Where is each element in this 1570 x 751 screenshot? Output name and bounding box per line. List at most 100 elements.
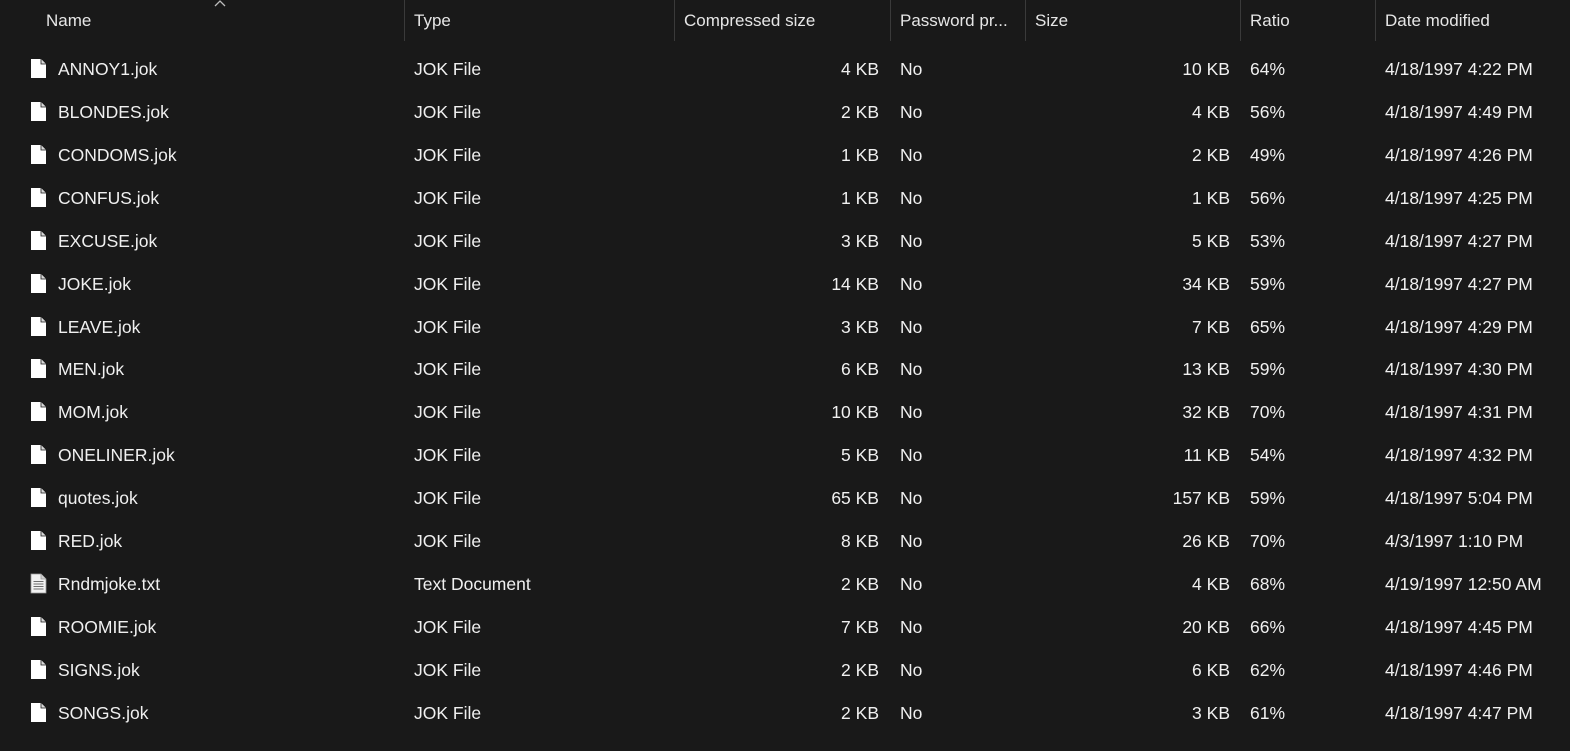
column-header-ratio[interactable]: Ratio	[1250, 0, 1370, 41]
column-header-size[interactable]: Size	[1035, 0, 1235, 41]
file-name[interactable]: CONFUS.jok	[58, 177, 159, 220]
file-type: JOK File	[414, 316, 482, 337]
column-divider[interactable]	[404, 0, 405, 41]
compression-ratio: 56%	[1250, 101, 1286, 122]
file-type: JOK File	[414, 359, 482, 380]
compression-ratio: 53%	[1250, 230, 1286, 251]
date-modified: 4/18/1997 4:31 PM	[1385, 402, 1533, 423]
compressed-size: 2 KB	[841, 659, 879, 680]
file-size: 13 KB	[1182, 359, 1230, 380]
file-name[interactable]: LEAVE.jok	[58, 306, 140, 349]
column-divider[interactable]	[674, 0, 675, 41]
date-modified: 4/18/1997 4:25 PM	[1385, 187, 1533, 208]
file-name[interactable]: BLONDES.jok	[58, 91, 169, 134]
column-header-compressed-size[interactable]: Compressed size	[684, 0, 884, 41]
file-type: JOK File	[414, 144, 482, 165]
date-modified: 4/19/1997 12:50 AM	[1385, 574, 1542, 595]
file-name[interactable]: ONELINER.jok	[58, 434, 175, 477]
file-name[interactable]: CONDOMS.jok	[58, 134, 177, 177]
file-size: 11 KB	[1183, 445, 1230, 466]
compression-ratio: 62%	[1250, 659, 1286, 680]
file-size: 6 KB	[1192, 659, 1230, 680]
file-row[interactable]: quotes.jok JOK File 65 KB No 157 KB 59% 4/18/1…	[0, 477, 1570, 520]
file-type: JOK File	[414, 230, 482, 251]
file-type: JOK File	[414, 187, 482, 208]
file-row[interactable]: JOKE.jok JOK File 14 KB No 34 KB 59% 4/18/1997…	[0, 263, 1570, 306]
compression-ratio: 54%	[1250, 445, 1286, 466]
compressed-size: 1 KB	[841, 144, 879, 165]
document-icon	[30, 263, 48, 306]
compression-ratio: 59%	[1250, 273, 1286, 294]
column-header-password-protected[interactable]: Password pr...	[900, 0, 1020, 41]
file-row[interactable]: LEAVE.jok JOK File 3 KB No 7 KB 65% 4/18/1997 …	[0, 306, 1570, 349]
date-modified: 4/18/1997 4:27 PM	[1385, 230, 1533, 251]
file-size: 1 KB	[1192, 187, 1230, 208]
file-row[interactable]: EXCUSE.jok JOK File 3 KB No 5 KB 53% 4/18/1997…	[0, 220, 1570, 263]
password-protected: No	[900, 402, 923, 423]
file-size: 10 KB	[1182, 59, 1230, 79]
column-header-type[interactable]: Type	[414, 0, 669, 41]
file-row[interactable]: BLONDES.jok JOK File 2 KB No 4 KB 56% 4/18/199…	[0, 91, 1570, 134]
file-type: JOK File	[414, 702, 482, 723]
file-row[interactable]: RED.jok JOK File 8 KB No 26 KB 70% 4/3/1997 1:…	[0, 520, 1570, 563]
date-modified: 4/18/1997 4:46 PM	[1385, 659, 1533, 680]
file-row[interactable]: ANNOY1.jok JOK File 4 KB No 10 KB 64% 4/18/199…	[0, 48, 1570, 91]
column-divider[interactable]	[890, 0, 891, 41]
column-divider[interactable]	[1240, 0, 1241, 41]
file-type: JOK File	[414, 659, 482, 680]
compressed-size: 3 KB	[841, 316, 879, 337]
file-list: ANNOY1.jok JOK File 4 KB No 10 KB 64% 4/18/199…	[0, 48, 1570, 735]
column-divider[interactable]	[1375, 0, 1376, 41]
compressed-size: 1 KB	[841, 187, 879, 208]
date-modified: 4/18/1997 4:29 PM	[1385, 316, 1533, 337]
compression-ratio: 59%	[1250, 359, 1286, 380]
file-size: 7 KB	[1192, 316, 1230, 337]
file-row[interactable]: ROOMIE.jok JOK File 7 KB No 20 KB 66% 4/18/199…	[0, 606, 1570, 649]
file-name[interactable]: ANNOY1.jok	[58, 48, 157, 91]
compression-ratio: 56%	[1250, 187, 1286, 208]
file-row[interactable]: MOM.jok JOK File 10 KB No 32 KB 70% 4/18/1997 …	[0, 391, 1570, 434]
password-protected: No	[900, 531, 923, 552]
file-name[interactable]: quotes.jok	[58, 477, 138, 520]
file-row[interactable]: MEN.jok JOK File 6 KB No 13 KB 59% 4/18/1997 4…	[0, 348, 1570, 391]
column-divider[interactable]	[1025, 0, 1026, 41]
date-modified: 4/18/1997 4:22 PM	[1385, 59, 1533, 79]
document-icon	[30, 649, 48, 692]
date-modified: 4/3/1997 1:10 PM	[1385, 531, 1524, 552]
file-row[interactable]: CONFUS.jok JOK File 1 KB No 1 KB 56% 4/18/1997…	[0, 177, 1570, 220]
file-size: 5 KB	[1192, 230, 1230, 251]
compressed-size: 14 KB	[831, 273, 879, 294]
file-name[interactable]: ROOMIE.jok	[58, 606, 156, 649]
compressed-size: 8 KB	[841, 531, 879, 552]
file-name[interactable]: SIGNS.jok	[58, 649, 140, 692]
file-type: JOK File	[414, 101, 482, 122]
text-document-icon	[30, 563, 48, 606]
file-name[interactable]: RED.jok	[58, 520, 122, 563]
document-icon	[30, 391, 48, 434]
file-row[interactable]: SIGNS.jok JOK File 2 KB No 6 KB 62% 4/18/1997 …	[0, 649, 1570, 692]
compression-ratio: 68%	[1250, 574, 1286, 595]
file-row[interactable]: Rndmjoke.txt Text Document 2 KB No 4 KB 68% 4/…	[0, 563, 1570, 606]
file-row[interactable]: ONELINER.jok JOK File 5 KB No 11 KB 54% 4/18/1…	[0, 434, 1570, 477]
file-size: 32 KB	[1182, 402, 1230, 423]
password-protected: No	[900, 488, 923, 509]
file-name[interactable]: Rndmjoke.txt	[58, 563, 160, 606]
file-size: 20 KB	[1182, 616, 1230, 637]
file-type: Text Document	[414, 574, 531, 595]
date-modified: 4/18/1997 4:26 PM	[1385, 144, 1533, 165]
file-row[interactable]: SONGS.jok JOK File 2 KB No 3 KB 61% 4/18/1997 …	[0, 692, 1570, 735]
file-name[interactable]: MOM.jok	[58, 391, 128, 434]
compression-ratio: 49%	[1250, 144, 1286, 165]
file-size: 4 KB	[1192, 101, 1230, 122]
column-header-date-modified[interactable]: Date modified	[1385, 0, 1565, 41]
document-icon	[30, 134, 48, 177]
password-protected: No	[900, 445, 923, 466]
column-header-name[interactable]: Name	[46, 0, 401, 41]
file-name[interactable]: SONGS.jok	[58, 692, 148, 735]
password-protected: No	[900, 273, 923, 294]
file-name[interactable]: JOKE.jok	[58, 263, 131, 306]
file-name[interactable]: EXCUSE.jok	[58, 220, 157, 263]
file-name[interactable]: MEN.jok	[58, 348, 124, 391]
compression-ratio: 59%	[1250, 488, 1286, 509]
file-row[interactable]: CONDOMS.jok JOK File 1 KB No 2 KB 49% 4/18/199…	[0, 134, 1570, 177]
